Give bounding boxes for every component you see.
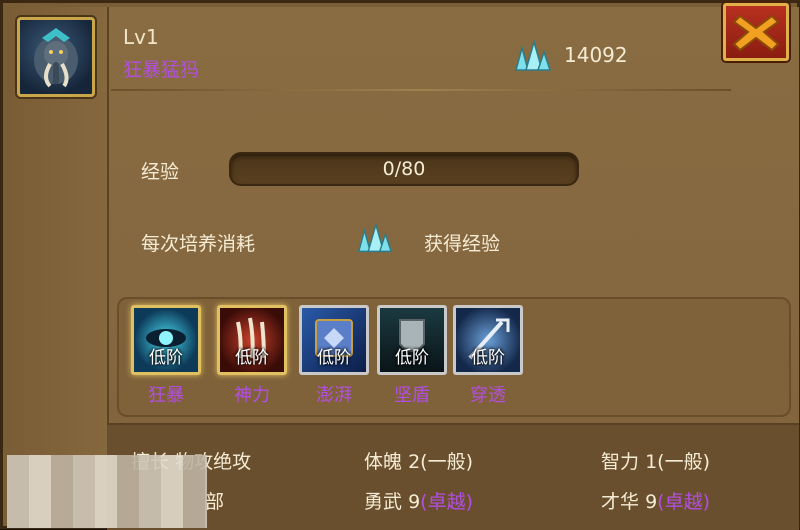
exp-value: 0/80 [382, 158, 426, 180]
intellect-label: 智力 [601, 451, 640, 473]
intellect-value: 1 [645, 451, 658, 473]
talent-row: 才华 9(卓越) [601, 487, 710, 514]
exp-progress-bar: 0/80 [229, 152, 579, 186]
claw-icon: 低阶 [217, 305, 287, 375]
skill-name: 澎湃 [316, 385, 352, 406]
intellect-row: 智力 1(一般) [601, 447, 710, 474]
blue-crystal-icon [357, 222, 393, 253]
physique-row: 体魄 2(一般) [364, 447, 473, 474]
blue-crystal-icon [515, 40, 552, 71]
skill-name: 狂暴 [148, 385, 184, 406]
skill-panel: 低阶 狂暴 低阶 神力 低阶 澎湃 低阶 坚盾 低阶 穿透 [117, 297, 791, 417]
skill-name: 神力 [234, 385, 270, 406]
close-button[interactable] [723, 3, 789, 61]
skill-tier: 低阶 [235, 348, 269, 368]
dialog-frame: Lv1 狂暴猛犸 14092 经验 0/80 每次培养消耗 获得经验 低阶 狂暴… [0, 0, 800, 530]
valor-row: 勇武 9(卓越) [364, 487, 473, 514]
blurred-overlay [7, 455, 207, 528]
exp-label: 经验 [141, 161, 180, 183]
header-divider [111, 89, 731, 91]
valor-grade: (卓越) [420, 491, 473, 513]
talent-value: 9 [645, 491, 658, 513]
physique-value: 2 [408, 451, 421, 473]
physique-label: 体魄 [364, 451, 403, 473]
pierce-sword-icon: 低阶 [453, 305, 523, 375]
left-sidebar [7, 7, 109, 528]
crystal-count: 14092 [564, 43, 628, 67]
dialog-panel: Lv1 狂暴猛犸 14092 经验 0/80 每次培养消耗 获得经验 低阶 狂暴… [7, 3, 799, 530]
mammoth-portrait-icon [34, 28, 78, 88]
skill-slot-2[interactable]: 低阶 神力 [217, 305, 291, 407]
skill-tier: 低阶 [395, 348, 429, 368]
valor-label: 勇武 [364, 491, 403, 513]
stats-panel: 擅长 物攻绝攻 部 体魄 2(一般) 勇武 9(卓越) 智力 1(一般) 才华 … [107, 423, 799, 530]
pet-name: 狂暴猛犸 [123, 59, 200, 81]
skill-tier: 低阶 [471, 348, 505, 368]
skill-tier: 低阶 [149, 348, 183, 368]
intellect-grade: (一般) [657, 451, 710, 473]
beast-eye-icon: 低阶 [131, 305, 201, 375]
row2-partial: 部 [205, 491, 225, 513]
skill-name: 穿透 [470, 385, 506, 406]
valor-value: 9 [408, 491, 421, 513]
close-x-icon [732, 14, 780, 52]
cultivation-cost-label: 每次培养消耗 [141, 233, 256, 255]
pet-portrait[interactable] [17, 17, 95, 97]
shield-icon: 低阶 [377, 305, 447, 375]
skill-tier: 低阶 [317, 348, 351, 368]
skill-name: 坚盾 [394, 385, 430, 406]
talent-label: 才华 [601, 491, 640, 513]
pet-level: Lv1 [123, 25, 159, 49]
skill-slot-5[interactable]: 低阶 穿透 [453, 305, 527, 407]
skill-slot-3[interactable]: 低阶 澎湃 [299, 305, 373, 407]
spell-book-icon: 低阶 [299, 305, 369, 375]
skill-slot-4[interactable]: 低阶 坚盾 [377, 305, 451, 407]
gain-exp-label: 获得经验 [424, 233, 501, 255]
physique-grade: (一般) [420, 451, 473, 473]
talent-grade: (卓越) [657, 491, 710, 513]
skill-slot-1[interactable]: 低阶 狂暴 [131, 305, 205, 407]
